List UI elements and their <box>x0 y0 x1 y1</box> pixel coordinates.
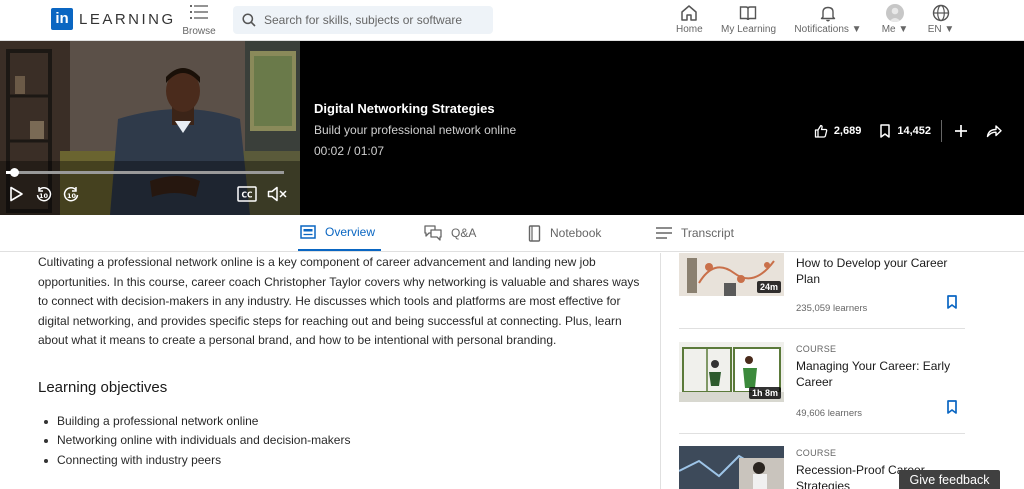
video-frame[interactable]: 10 10 CC <box>0 41 300 215</box>
list-item: Networking online with individuals and d… <box>38 431 643 451</box>
course-player: 10 10 CC Digital Networking Strategies B… <box>0 41 1024 215</box>
nav-language-label: EN ▼ <box>927 24 955 35</box>
browse-button[interactable]: Browse <box>182 4 216 37</box>
actions-divider <box>941 120 942 142</box>
course-thumbnail <box>679 446 784 489</box>
tab-transcript-label: Transcript <box>681 226 734 240</box>
search-icon <box>242 13 256 27</box>
play-icon[interactable] <box>8 186 24 202</box>
tab-qa[interactable]: Q&A <box>424 215 476 251</box>
avatar <box>886 4 904 22</box>
learning-objectives-list: Building a professional network online N… <box>38 412 643 471</box>
video-timestamp: 00:02 / 01:07 <box>314 144 385 158</box>
learning-objectives-heading: Learning objectives <box>38 378 168 396</box>
linkedin-learning-logo[interactable]: in LEARNING <box>51 8 176 30</box>
list-item: Connecting with industry peers <box>38 451 643 471</box>
tab-overview-label: Overview <box>325 225 376 239</box>
course-thumbnail: 24m <box>679 253 784 296</box>
svg-text:CC: CC <box>241 190 253 199</box>
nav-my-learning-label: My Learning <box>721 24 777 35</box>
content-type-label: COURSE <box>796 344 837 354</box>
tab-transcript[interactable]: Transcript <box>656 215 734 251</box>
mute-icon[interactable] <box>267 186 287 202</box>
rewind-10-icon[interactable]: 10 <box>35 186 52 203</box>
overview-content: Cultivating a professional network onlin… <box>38 253 643 470</box>
transcript-icon <box>656 227 672 239</box>
nav-notifications-label: Notifications ▼ <box>794 24 862 35</box>
recommendation-divider <box>679 328 965 329</box>
bell-icon <box>820 6 836 22</box>
course-thumbnail: 1h 8m <box>679 342 784 402</box>
notebook-icon <box>528 224 541 242</box>
top-header: in LEARNING Browse Home My Learning Noti… <box>0 0 1024 41</box>
nav-home[interactable]: Home <box>676 4 703 35</box>
search-input[interactable] <box>264 13 484 27</box>
globe-icon <box>932 4 950 22</box>
like-button[interactable]: 2,689 <box>814 124 862 138</box>
nav-me[interactable]: Me ▼ <box>879 4 911 35</box>
closed-captions-icon[interactable]: CC <box>237 186 257 202</box>
add-icon[interactable] <box>954 124 968 138</box>
thumbs-up-icon <box>814 124 828 138</box>
chevron-down-icon: ▼ <box>851 24 862 35</box>
save-count: 14,452 <box>897 125 931 137</box>
recommendation-divider <box>679 433 965 434</box>
home-icon <box>681 5 697 21</box>
bookmark-icon <box>880 124 891 138</box>
course-info: Digital Networking Strategies Build your… <box>314 101 516 158</box>
learner-count: 49,606 learners <box>796 408 863 419</box>
browse-label: Browse <box>182 26 216 37</box>
recession-proof-illustration <box>679 446 784 489</box>
recommended-course-card[interactable]: 24m How to Develop your Career Plan 235,… <box>679 253 965 327</box>
forward-10-icon[interactable]: 10 <box>63 186 80 203</box>
linkedin-logo-box: in <box>51 8 73 30</box>
recommendation-title: How to Develop your Career Plan <box>796 256 948 286</box>
search-bar[interactable] <box>233 6 493 34</box>
recommendation-info: COURSE Managing Your Career: Early Caree… <box>796 342 956 390</box>
tab-overview[interactable]: Overview <box>298 215 382 251</box>
tab-notebook[interactable]: Notebook <box>528 215 601 251</box>
nav-home-label: Home <box>676 24 703 35</box>
recommendation-info: How to Develop your Career Plan <box>796 253 956 287</box>
learner-count: 235,059 learners <box>796 303 868 314</box>
content-divider <box>660 253 661 489</box>
duration-badge: 1h 8m <box>748 387 781 399</box>
course-tabs: Overview Q&A Notebook Transcript <box>0 215 1024 252</box>
course-actions: 2,689 14,452 <box>814 120 1002 142</box>
give-feedback-button[interactable]: Give feedback <box>899 470 1000 489</box>
like-count: 2,689 <box>833 125 862 137</box>
tab-notebook-label: Notebook <box>550 226 602 240</box>
course-description: Cultivating a professional network onlin… <box>38 255 640 347</box>
nav-me-label: Me ▼ <box>881 24 909 35</box>
svg-text:10: 10 <box>39 192 49 200</box>
share-icon[interactable] <box>986 124 1002 138</box>
list-item: Building a professional network online <box>38 412 643 432</box>
nav-notifications[interactable]: Notifications ▼ <box>793 4 863 35</box>
nav-my-learning[interactable]: My Learning <box>721 4 777 35</box>
chevron-down-icon: ▼ <box>898 24 909 35</box>
overview-icon <box>300 225 316 239</box>
list-icon <box>190 5 208 19</box>
chat-icon <box>424 225 442 241</box>
recommendation-title: Managing Your Career: Early Career <box>796 359 951 389</box>
tab-qa-label: Q&A <box>451 226 477 240</box>
save-button[interactable]: 14,452 <box>879 124 931 138</box>
video-subtitle: Build your professional network online <box>314 123 517 137</box>
book-icon <box>739 6 757 21</box>
bookmark-icon[interactable] <box>946 400 958 414</box>
bookmark-icon[interactable] <box>946 295 958 309</box>
duration-badge: 24m <box>756 281 781 293</box>
logo-text: LEARNING <box>79 10 176 28</box>
content-type-label: COURSE <box>796 448 837 458</box>
svg-text:10: 10 <box>67 192 77 200</box>
chevron-down-icon: ▼ <box>944 24 955 35</box>
nav-language[interactable]: EN ▼ <box>926 4 956 35</box>
course-title: Digital Networking Strategies <box>314 101 495 116</box>
video-progress-track[interactable] <box>6 168 284 177</box>
recommended-course-card[interactable]: 1h 8m COURSE Managing Your Career: Early… <box>679 342 965 422</box>
